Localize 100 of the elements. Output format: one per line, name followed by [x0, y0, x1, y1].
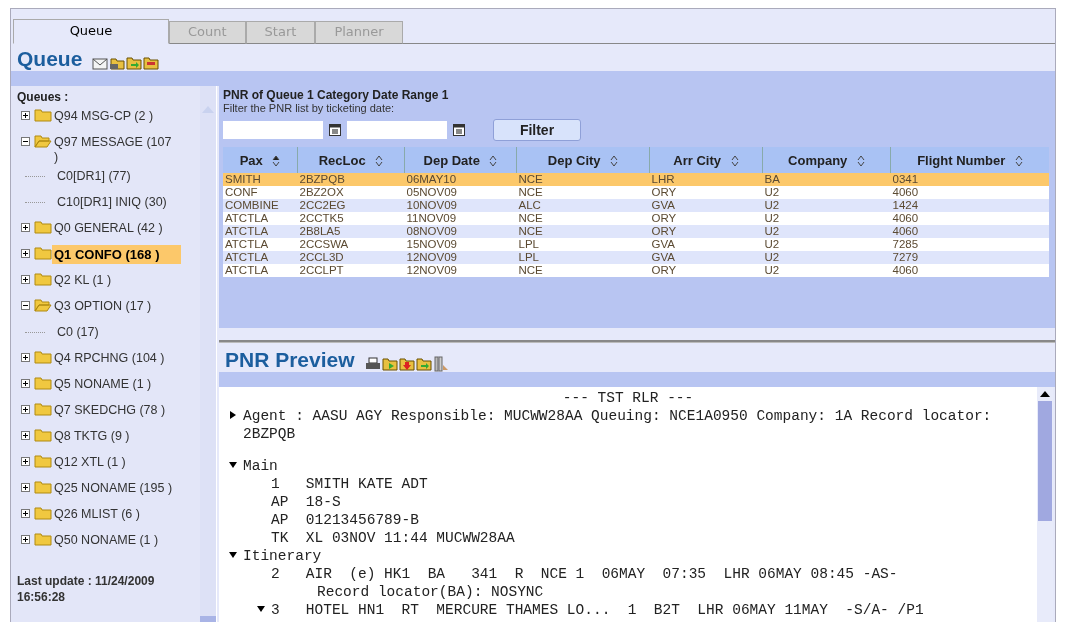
pnr-row[interactable]: ATCTLA 2CCSWA 15NOV09 LPL GVA U2 7285	[223, 238, 1049, 251]
tree-toggle-icon[interactable]	[21, 249, 30, 258]
category-item[interactable]: C0 (17)	[45, 323, 99, 339]
tree-toggle-icon[interactable]	[21, 509, 30, 518]
folder-play-icon[interactable]	[381, 356, 398, 372]
pnr-row[interactable]: COMBINE 2CC2EG 10NOV09 ALC GVA U2 1424	[223, 199, 1049, 212]
sort-icon[interactable]	[610, 155, 619, 168]
tree-toggle-icon[interactable]	[21, 457, 30, 466]
table-cell: 06MAY10	[404, 173, 517, 186]
pnr-row[interactable]: ATCTLA 2CCL3D 12NOV09 LPL GVA U2 7279	[223, 251, 1049, 264]
category-item[interactable]: C10[DR1] INIQ (30)	[45, 193, 167, 209]
pnr-row[interactable]: CONF 2BZ2OX 05NOV09 NCE ORY U2 4060	[223, 186, 1049, 199]
table-cell: ATCTLA	[223, 212, 298, 225]
folder-icon	[34, 350, 52, 364]
table-cell: U2	[762, 212, 891, 225]
table-cell: 12NOV09	[404, 264, 517, 277]
tree-toggle-icon[interactable]	[21, 137, 30, 146]
pnr-row[interactable]: ATCTLA 2CCTK5 11NOV09 NCE ORY U2 4060	[223, 212, 1049, 225]
tree-toggle-icon[interactable]	[21, 535, 30, 544]
table-cell: GVA	[649, 238, 763, 251]
printer-icon[interactable]	[364, 356, 381, 372]
table-cell: BA	[762, 173, 891, 186]
date-field[interactable]	[223, 121, 323, 139]
tab[interactable]: Queue	[13, 19, 169, 44]
scrollbar[interactable]	[200, 86, 216, 622]
tree-toggle-icon[interactable]	[21, 223, 30, 232]
sort-icon[interactable]	[856, 155, 865, 168]
tree-toggle-icon[interactable]	[21, 405, 30, 414]
folder-icon	[34, 220, 52, 234]
column-header[interactable]: RecLoc	[297, 147, 405, 173]
pnr-row[interactable]: SMITH 2BZPQB 06MAY10 NCE LHR BA 0341	[223, 173, 1049, 186]
date-field[interactable]	[347, 121, 447, 139]
queue-item[interactable]: Q25 NONAME (195 )	[52, 479, 181, 498]
queue-item[interactable]: Q5 NONAME (1 )	[52, 375, 181, 394]
column-header[interactable]: Arr City	[649, 147, 763, 173]
folder-arrow-icon[interactable]	[126, 55, 143, 71]
calendar-icon[interactable]	[329, 124, 341, 136]
column-header[interactable]: Pax	[223, 147, 298, 173]
table-cell: 2BZPQB	[297, 173, 405, 186]
table-cell: ATCTLA	[223, 225, 298, 238]
column-header[interactable]: Flight Number	[890, 147, 1049, 173]
pnr-line: 1 SMITH KATE ADT	[271, 475, 428, 493]
book-icon[interactable]	[432, 356, 449, 372]
tree-toggle-icon[interactable]	[21, 111, 30, 120]
tree-toggle-icon[interactable]	[21, 431, 30, 440]
tree-toggle-icon[interactable]	[21, 483, 30, 492]
pnr-row[interactable]: ATCTLA 2B8LA5 08NOV09 NCE ORY U2 4060	[223, 225, 1049, 238]
queue-item[interactable]: Q12 XTL (1 )	[52, 453, 181, 472]
calendar-icon[interactable]	[453, 124, 465, 136]
disclosure-triangle-icon[interactable]	[257, 605, 265, 613]
disclosure-triangle-icon[interactable]	[229, 461, 237, 469]
tree-toggle-icon[interactable]	[21, 275, 30, 284]
table-cell: COMBINE	[223, 199, 298, 212]
envelope-icon[interactable]	[92, 55, 109, 71]
column-header[interactable]: Company	[762, 147, 891, 173]
folder-down-icon[interactable]	[398, 356, 415, 372]
table-cell: 1424	[890, 199, 1049, 212]
queue-item[interactable]: Q97 MESSAGE (107 )	[52, 133, 181, 167]
table-cell: ATCTLA	[223, 251, 298, 264]
tree-toggle-icon[interactable]	[21, 301, 30, 310]
queue-item[interactable]: Q8 TKTG (9 )	[52, 427, 181, 446]
sort-icon[interactable]	[489, 155, 498, 168]
table-cell: 08NOV09	[404, 225, 517, 238]
queue-item[interactable]: Q2 KL (1 )	[52, 271, 181, 290]
sort-icon[interactable]	[272, 155, 281, 168]
column-header[interactable]: Dep Date	[404, 147, 517, 173]
table-cell: 4060	[890, 186, 1049, 199]
table-cell: ATCTLA	[223, 238, 298, 251]
column-header[interactable]: Dep City	[516, 147, 650, 173]
tree-toggle-icon[interactable]	[21, 379, 30, 388]
folder-icon	[34, 108, 52, 122]
queue-item[interactable]: Q0 GENERAL (42 )	[52, 219, 181, 238]
queue-item[interactable]: Q3 OPTION (17 )	[52, 297, 181, 316]
pnr-row[interactable]: ATCTLA 2CCLPT 12NOV09 NCE ORY U2 4060	[223, 264, 1049, 277]
table-cell: GVA	[649, 199, 763, 212]
table-cell: 2CC2EG	[297, 199, 405, 212]
table-cell: ORY	[649, 225, 763, 238]
queue-item[interactable]: Q26 MLIST (6 )	[52, 505, 181, 524]
sort-icon[interactable]	[375, 155, 384, 168]
table-cell: GVA	[649, 251, 763, 264]
queue-item[interactable]: Q94 MSG-CP (2 )	[52, 107, 181, 126]
table-cell: NCE	[516, 173, 650, 186]
category-item[interactable]: C0[DR1] (77)	[45, 167, 131, 183]
queue-item[interactable]: Q7 SKEDCHG (78 )	[52, 401, 181, 420]
sort-icon[interactable]	[1014, 155, 1023, 168]
filter-button[interactable]: Filter	[493, 119, 581, 141]
table-cell: LPL	[516, 251, 650, 264]
tree-toggle-icon[interactable]	[21, 353, 30, 362]
queue-item[interactable]: Q50 NONAME (1 )	[52, 531, 181, 550]
sort-icon[interactable]	[730, 155, 739, 168]
table-cell: CONF	[223, 186, 298, 199]
folder-arrow-icon[interactable]	[415, 356, 432, 372]
section-label: Agent : AASU AGY Responsible: MUCWW28AA Queuing: NCE1A0950 Company: 1A Record locator: 2BZPQB	[243, 407, 993, 443]
disclosure-triangle-icon[interactable]	[229, 411, 237, 419]
scrollbar[interactable]	[1037, 387, 1053, 622]
queue-item[interactable]: Q1 CONFO (168 )	[52, 245, 181, 264]
pnr-line: AP 18-S	[271, 493, 341, 511]
queue-item[interactable]: Q4 RPCHNG (104 )	[52, 349, 181, 368]
disclosure-triangle-icon[interactable]	[229, 551, 237, 559]
folder-icon	[34, 376, 52, 390]
